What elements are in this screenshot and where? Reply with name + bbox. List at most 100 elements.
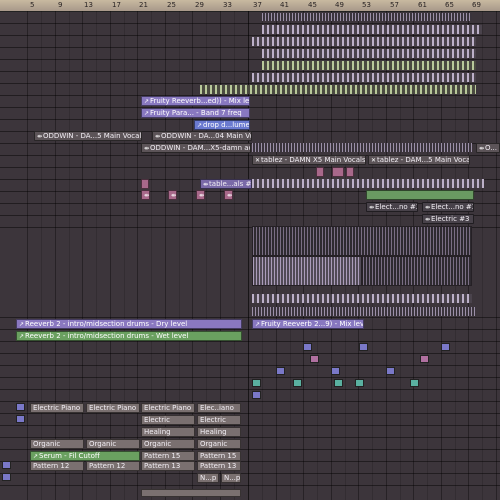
pattern-clip[interactable]: Pattern 15 [141,451,195,461]
audio-clip[interactable] [332,167,344,177]
pattern-clip[interactable]: Pattern 13 [141,461,195,471]
pattern-clip[interactable] [252,37,476,46]
audio-waveform-clip[interactable] [362,256,472,286]
audio-icon: ⇹ [155,133,161,140]
audio-clip[interactable] [316,167,324,177]
automation-clip[interactable]: ↗Reeverb 2 - intro/midsection drums - We… [16,331,242,341]
mini-clip[interactable] [16,403,25,411]
pattern-clip[interactable]: N...p [221,473,241,483]
mini-clip[interactable] [293,379,302,387]
audio-icon: ✕ [255,157,261,164]
audio-clip[interactable]: ⇹ODDWIN - DAM...X5-damn adlibs [141,143,251,153]
audio-clip[interactable]: ✕tablez - DAM...5 Main Vocals [368,155,470,165]
pattern-clip[interactable]: Pattern 12 [30,461,84,471]
automation-clip[interactable]: ↗Reeverb 2 - intro/midsection drums - Dr… [16,319,242,329]
automation-clip[interactable]: ↗Serum - Fil Cutoff [30,451,140,461]
pattern-clip[interactable]: Electric Piano [141,403,195,413]
audio-icon: ⇹ [144,192,150,199]
pattern-clip[interactable]: Healing [141,427,195,437]
audio-clip[interactable]: ⇹ [168,190,177,200]
mini-clip[interactable] [310,355,319,363]
playlist-arrangement[interactable]: 5 9 13 17 21 25 29 33 37 41 45 49 53 57 … [0,0,500,500]
pattern-clip[interactable] [262,25,482,34]
audio-clip[interactable]: ⇹ODDWIN - DA...5 Main Vocals [34,131,142,141]
ruler-tick: 49 [335,1,344,9]
automation-clip[interactable]: ↗Fruity Reeverb 2...9) - Mix level [252,319,364,329]
pattern-clip[interactable]: Pattern 12 [86,461,140,471]
ruler-tick: 69 [472,1,481,9]
audio-clip[interactable]: ⇹ [224,190,233,200]
pattern-clip[interactable]: Organic [141,439,195,449]
audio-clip[interactable] [141,179,149,189]
automation-clip[interactable]: ↗Fruity Reeverb...ed)) - Mix level [141,96,250,106]
mini-clip[interactable] [334,379,343,387]
mini-clip[interactable] [276,367,285,375]
automation-icon: ↗ [255,321,261,328]
ruler-tick: 13 [84,1,93,9]
audio-icon: ⇹ [425,216,431,223]
mini-clip[interactable] [355,379,364,387]
pattern-clip[interactable]: Electric [197,415,241,425]
audio-clip[interactable]: ⇹O... [476,143,500,153]
mini-clip[interactable] [359,343,368,351]
mini-clip[interactable] [303,343,312,351]
pattern-clip[interactable] [262,13,472,21]
automation-icon: ↗ [144,98,150,105]
audio-clip[interactable]: ⇹table...als #2 [200,179,252,189]
pattern-clip[interactable]: Electric [141,415,195,425]
audio-clip[interactable]: ⇹ [141,190,150,200]
audio-clip[interactable]: ⇹Elect...no #3 [366,202,418,212]
audio-waveform-clip[interactable] [252,226,472,256]
automation-icon: ↗ [144,110,150,117]
mini-clip[interactable] [2,461,11,469]
automation-icon: ↗ [33,453,39,460]
ruler-tick: 25 [167,1,176,9]
audio-icon: ⇹ [227,192,233,199]
audio-clip[interactable] [366,190,474,200]
mini-clip[interactable] [252,391,261,399]
pattern-clip[interactable] [262,49,476,58]
mini-clip[interactable] [410,379,419,387]
mini-clip[interactable] [2,473,11,481]
pattern-clip[interactable] [262,61,476,70]
pattern-clip[interactable]: Healing [197,427,241,437]
pattern-clip[interactable]: Electric Piano [86,403,140,413]
mini-clip[interactable] [331,367,340,375]
mini-clip[interactable] [441,343,450,351]
pattern-clip[interactable] [252,307,476,316]
audio-waveform-clip[interactable] [252,256,362,286]
timeline-ruler[interactable]: 5 9 13 17 21 25 29 33 37 41 45 49 53 57 … [0,0,500,12]
ruler-tick: 41 [280,1,289,9]
audio-clip[interactable]: ⇹ [196,190,205,200]
pattern-clip[interactable]: Organic [86,439,140,449]
audio-clip[interactable]: ⇹ODDWIN - DA...04 Main Vocals [152,131,252,141]
automation-clip[interactable]: ↗Fruity Para... - Band 7 freq [141,108,250,118]
mini-clip[interactable] [16,415,25,423]
mini-clip[interactable] [252,379,261,387]
pattern-clip[interactable]: Pattern 15 [197,451,241,461]
automation-clip[interactable]: ↗drop d...lume [194,120,250,130]
audio-clip[interactable]: ✕tablez - DAMN X5 Main Vocals [252,155,366,165]
pattern-clip[interactable]: Elec..iano [197,403,241,413]
audio-clip[interactable]: ⇹Electric #3 [422,214,474,224]
pattern-clip[interactable] [252,179,484,188]
pattern-clip[interactable]: Pattern 13 [197,461,241,471]
pattern-clip[interactable]: Electric Piano [30,403,84,413]
pattern-clip[interactable]: N...p [197,473,219,483]
mini-clip[interactable] [386,367,395,375]
ruler-tick: 33 [223,1,232,9]
audio-clip[interactable]: ⇹Elect...no #3 [422,202,474,212]
audio-clip[interactable] [346,167,354,177]
pattern-clip[interactable] [141,489,241,497]
ruler-tick: 29 [195,1,204,9]
pattern-clip[interactable] [252,73,476,82]
pattern-clip[interactable] [252,294,472,303]
pattern-clip[interactable] [252,143,472,152]
mini-clip[interactable] [420,355,429,363]
pattern-clip[interactable] [200,85,476,94]
audio-icon: ⇹ [199,192,205,199]
ruler-tick: 53 [362,1,371,9]
ruler-tick: 57 [390,1,399,9]
pattern-clip[interactable]: Organic [30,439,84,449]
pattern-clip[interactable]: Organic [197,439,241,449]
